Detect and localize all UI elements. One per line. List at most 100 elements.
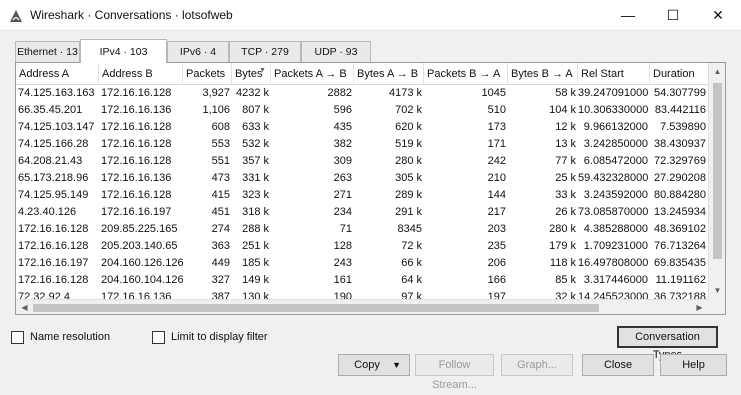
help-button[interactable]: Help — [660, 354, 727, 376]
table-cell: 149 k — [242, 274, 269, 286]
table-cell: 608 — [211, 121, 230, 133]
table-cell: 553 — [211, 138, 230, 150]
minimize-button[interactable]: — — [606, 0, 650, 30]
copy-dropdown-icon: ▼ — [392, 360, 401, 370]
copy-button[interactable]: Copy ▼ — [338, 354, 410, 376]
tab-tcp[interactable]: TCP · 279 — [229, 41, 301, 62]
table-cell: 532 k — [242, 138, 269, 150]
table-row[interactable]: 172.16.16.197 204.160.126.126 449 185 k 243 6… — [16, 255, 708, 272]
table-cell: 172.16.16.128 — [18, 223, 89, 235]
table-cell: 77 k — [555, 155, 576, 167]
tab-ipv6[interactable]: IPv6 · 4 — [167, 41, 229, 62]
table-cell: 172.16.16.128 — [101, 121, 172, 133]
table-row[interactable]: 64.208.21.43 172.16.16.128 551 357 k 309 280 … — [16, 153, 708, 170]
table-cell: 318 k — [242, 206, 269, 218]
column-header-address-a[interactable]: Address A — [16, 63, 99, 85]
table-cell: 510 — [487, 104, 506, 116]
table-cell: 204.160.104.126 — [101, 274, 183, 286]
table-cell: 80.884280 — [654, 189, 706, 201]
table-cell: 327 — [211, 274, 230, 286]
table-row[interactable]: 74.125.163.163 172.16.16.128 3,927 4232 k 28… — [16, 85, 708, 102]
table-cell: 274 — [211, 223, 230, 235]
table-cell: 69.835435 — [654, 257, 706, 269]
scroll-down-icon[interactable]: ▼ — [709, 282, 725, 299]
table-row[interactable]: 172.16.16.128 209.85.225.165 274 288 k 71 834… — [16, 221, 708, 238]
graph-button[interactable]: Graph... — [501, 354, 573, 376]
table-cell: 251 k — [242, 240, 269, 252]
vertical-scrollbar[interactable]: ▲ ▼ — [708, 63, 725, 299]
name-resolution-option[interactable]: Name resolution — [11, 330, 110, 344]
table-cell: 1045 — [481, 87, 506, 99]
table-row[interactable]: 74.125.166.28 172.16.16.128 553 532 k 382 519… — [16, 136, 708, 153]
table-row[interactable]: 65.173.218.96 172.16.16.136 473 331 k 263 305… — [16, 170, 708, 187]
scroll-left-icon[interactable]: ◀ — [16, 300, 33, 314]
table-cell: 305 k — [395, 172, 422, 184]
table-cell: 161 — [333, 274, 352, 286]
table-cell: 271 — [333, 189, 352, 201]
column-header-bytes-b-to-a[interactable]: Bytes B → A — [508, 63, 578, 85]
column-header-packets-b-to-a[interactable]: Packets B → A — [424, 63, 508, 85]
table-cell: 204.160.126.126 — [101, 257, 183, 269]
table-cell: 263 — [333, 172, 352, 184]
table-cell: 519 k — [395, 138, 422, 150]
table-cell: 13 k — [555, 138, 576, 150]
name-resolution-checkbox[interactable] — [11, 330, 24, 344]
horizontal-scrollbar[interactable]: ◀ ▶ — [16, 299, 708, 314]
limit-to-display-filter-checkbox[interactable] — [152, 330, 165, 344]
close-window-button[interactable]: ✕ — [696, 0, 740, 30]
table-cell: 6.085472000 — [583, 155, 648, 167]
close-button[interactable]: Close — [582, 354, 654, 376]
tab-udp[interactable]: UDP · 93 — [301, 41, 371, 62]
table-row[interactable]: 74.125.103.147 172.16.16.128 608 633 k 435 62… — [16, 119, 708, 136]
table-cell: 551 — [211, 155, 230, 167]
column-header-duration[interactable]: Duration — [650, 63, 708, 85]
table-cell: 280 k — [549, 223, 576, 235]
table-cell: 83.442116 — [654, 104, 706, 116]
limit-to-display-filter-option[interactable]: Limit to display filter — [152, 330, 268, 344]
column-header-bytes[interactable]: ▼ Bytes — [232, 63, 271, 85]
limit-to-display-filter-label: Limit to display filter — [171, 331, 268, 343]
tab-ethernet[interactable]: Ethernet · 13 — [15, 41, 80, 62]
conversation-types-button[interactable]: Conversation Types — [617, 326, 718, 361]
table-cell: 243 — [333, 257, 352, 269]
column-header-address-b[interactable]: Address B — [99, 63, 183, 85]
table-cell: 473 — [211, 172, 230, 184]
table-cell: 25 k — [555, 172, 576, 184]
sort-descending-icon: ▼ — [259, 67, 266, 74]
table-row[interactable]: 172.16.16.128 205.203.140.65 363 251 k 128 72… — [16, 238, 708, 255]
table-cell: 179 k — [549, 240, 576, 252]
table-row[interactable]: 66.35.45.201 172.16.16.136 1,106 807 k 596 70… — [16, 102, 708, 119]
scroll-right-icon[interactable]: ▶ — [691, 300, 708, 314]
table-cell: 172.16.16.128 — [101, 155, 172, 167]
column-header-rel-start[interactable]: Rel Start — [578, 63, 650, 85]
follow-stream-button[interactable]: Follow Stream... — [415, 354, 494, 391]
table-row[interactable]: 4.23.40.126 172.16.16.197 451 318 k 234 291 k… — [16, 204, 708, 221]
table-cell: 66.35.45.201 — [18, 104, 83, 116]
name-resolution-label: Name resolution — [30, 331, 111, 343]
table-cell: 173 — [487, 121, 506, 133]
table-cell: 323 k — [242, 189, 269, 201]
maximize-button[interactable]: ☐ — [651, 0, 695, 30]
column-header-bytes-a-to-b[interactable]: Bytes A → B — [354, 63, 424, 85]
table-row[interactable]: 74.125.95.149 172.16.16.128 415 323 k 271 289… — [16, 187, 708, 204]
table-row[interactable]: 172.16.16.128 204.160.104.126 327 149 k 161 6… — [16, 272, 708, 289]
table-cell: 4232 k — [235, 87, 269, 99]
table-cell: 72.329769 — [654, 155, 706, 167]
wireshark-icon — [10, 10, 22, 22]
table-cell: 435 — [333, 121, 352, 133]
table-cell: 13.245934 — [654, 206, 706, 218]
column-header-packets[interactable]: Packets — [183, 63, 232, 85]
scroll-up-icon[interactable]: ▲ — [709, 63, 725, 80]
vertical-scroll-thumb[interactable] — [713, 83, 722, 259]
table-cell: 357 k — [242, 155, 269, 167]
table-cell: 289 k — [395, 189, 422, 201]
table-cell: 65.173.218.96 — [18, 172, 89, 184]
column-header-packets-a-to-b[interactable]: Packets A → B — [271, 63, 354, 85]
table-cell: 235 — [487, 240, 506, 252]
table-cell: 3.243592000 — [583, 189, 648, 201]
table-cell: 38.430937 — [654, 138, 706, 150]
horizontal-scroll-thumb[interactable] — [33, 304, 599, 312]
tab-ipv4[interactable]: IPv4 · 103 — [80, 39, 167, 63]
table-cell: 66 k — [401, 257, 422, 269]
table-cell: 3.317446000 — [583, 274, 648, 286]
